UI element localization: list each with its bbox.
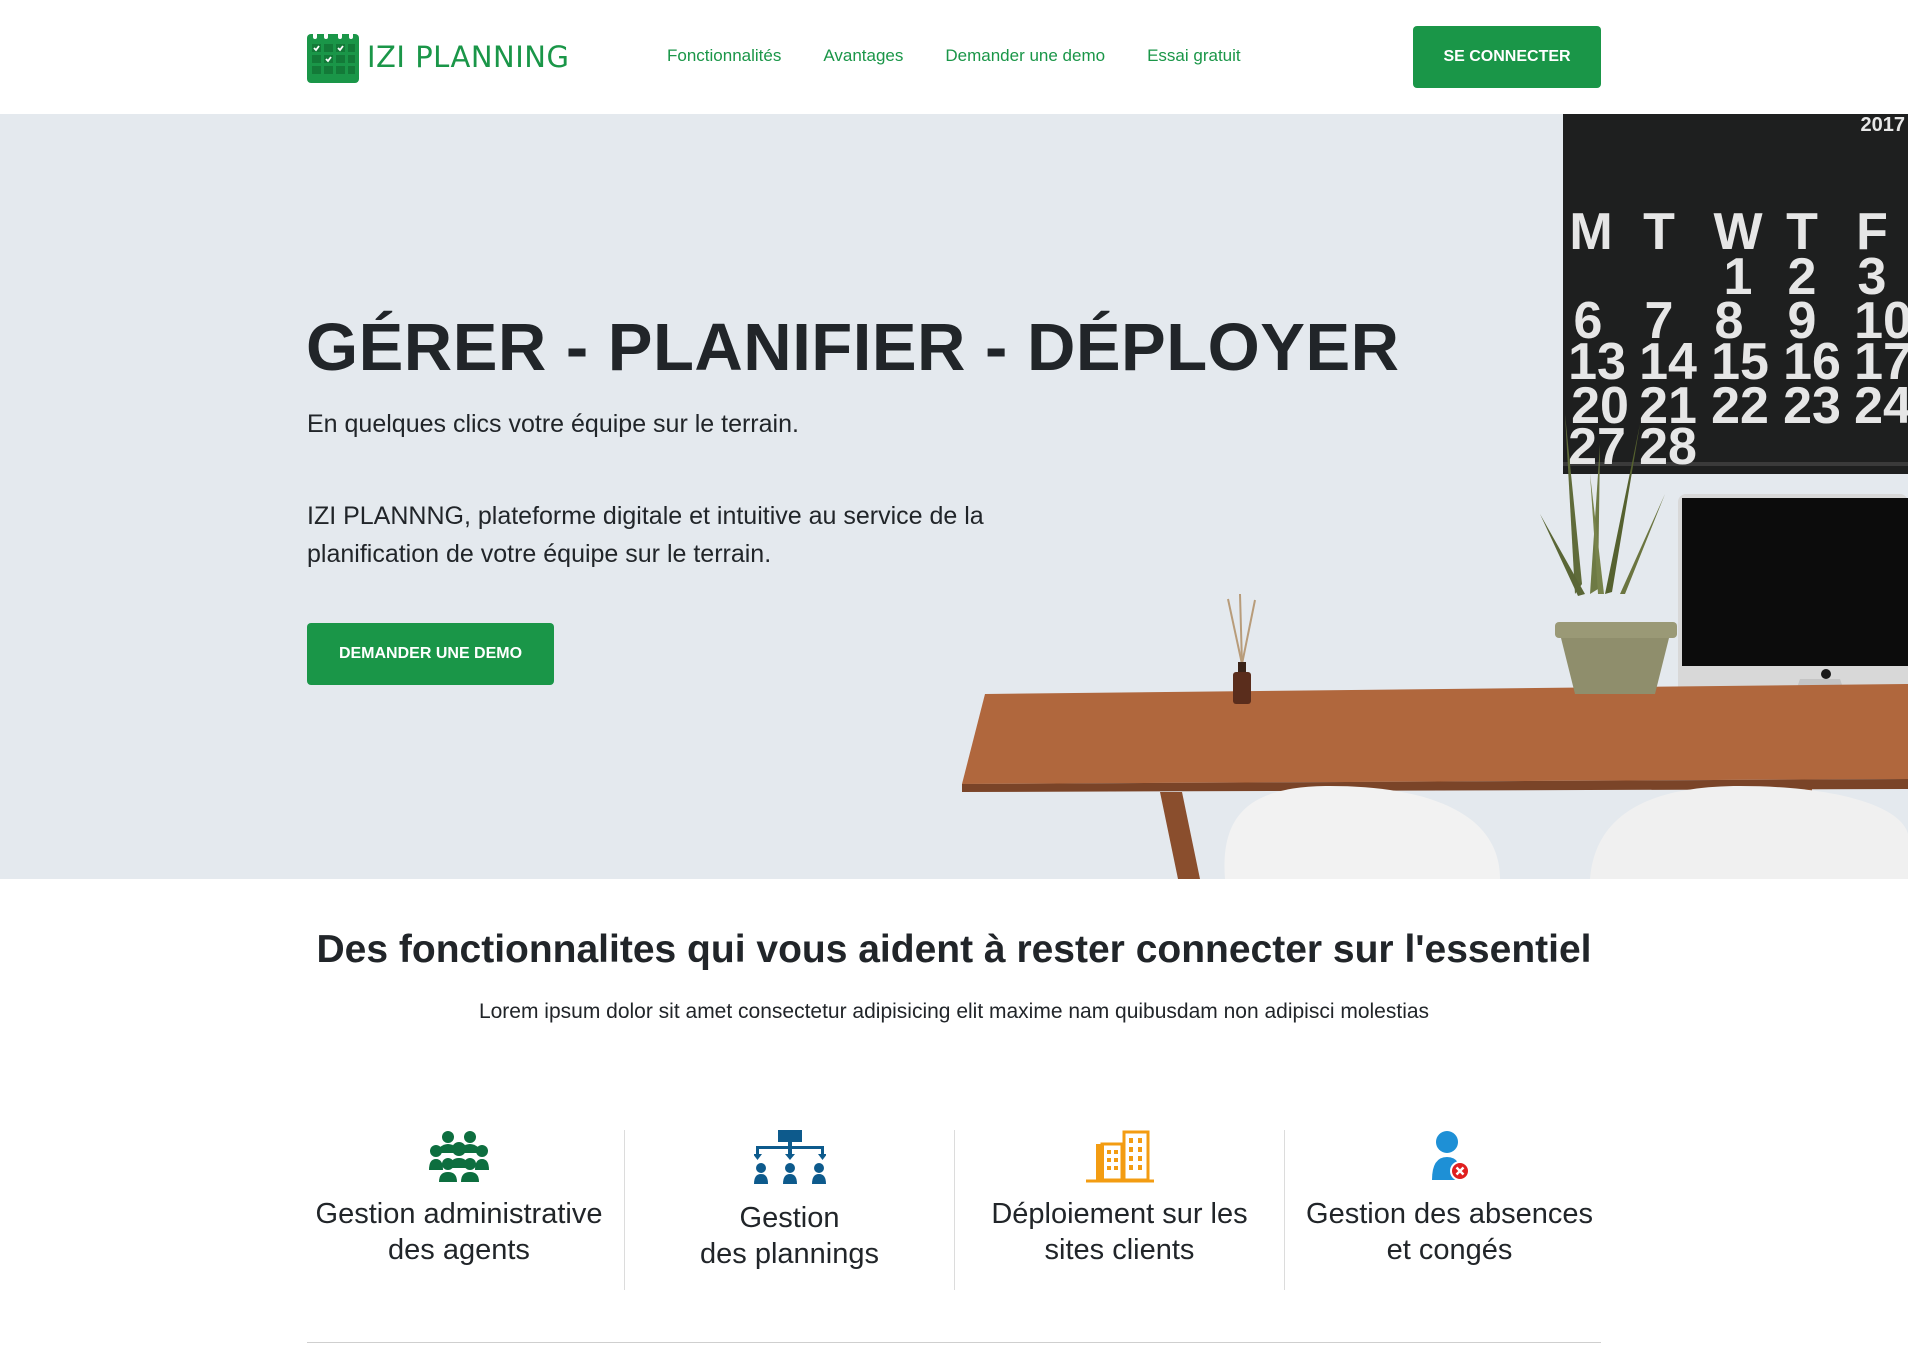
reed-diffuser (1227, 593, 1256, 704)
site-header: IZI PLANNING Fonctionnalités Avantages D… (0, 0, 1908, 114)
nav-link-essai-gratuit[interactable]: Essai gratuit (1147, 46, 1241, 66)
hero-section: 2017 M T W T F 1 2 3 6 7 8 9 10 13 14 15… (0, 114, 1908, 879)
feature-card-agents: Gestion administrative des agents (294, 1130, 624, 1290)
feature-label-line1: Gestion (739, 1202, 840, 1234)
org-chart-icon (753, 1130, 826, 1184)
calendar-date: 27 (1568, 418, 1626, 476)
feature-label-line1: Gestion administrative (315, 1198, 603, 1230)
user-absence-icon (1431, 1131, 1470, 1181)
nav-link-fonctionnalites[interactable]: Fonctionnalités (667, 46, 781, 66)
feature-label-line2: sites clients (1044, 1234, 1195, 1266)
feature-label-line1: Déploiement sur les (991, 1198, 1248, 1230)
calendar-year: 2017 (1861, 114, 1906, 136)
feature-label-line2: des agents (388, 1234, 530, 1266)
login-button[interactable]: SE CONNECTER (1413, 26, 1601, 88)
calendar-date: 28 (1639, 418, 1697, 476)
feature-label-line1: Gestion des absences (1306, 1198, 1593, 1230)
feature-label-line2: et congés (1386, 1234, 1513, 1266)
calendar-date: 23 (1783, 377, 1841, 435)
features-title: Des fonctionnalites qui vous aident à re… (316, 928, 1592, 971)
request-demo-button[interactable]: DEMANDER UNE DEMO (307, 623, 554, 685)
hero-title: GÉRER - PLANIFIER - DÉPLOYER (306, 310, 1400, 385)
nav-link-avantages[interactable]: Avantages (823, 46, 903, 66)
section-divider (307, 1342, 1601, 1343)
hero-subtitle: En quelques clics votre équipe sur le te… (307, 410, 799, 438)
calendar-date: 24 (1854, 377, 1908, 435)
feature-card-absences: Gestion des absences et congés (1284, 1130, 1614, 1290)
calendar-day-label: M (1569, 203, 1612, 261)
main-nav: Fonctionnalités Avantages Demander une d… (667, 46, 1241, 66)
white-chair (1224, 786, 1500, 879)
calendar-logo-icon (307, 30, 359, 83)
group-icon (429, 1131, 489, 1182)
buildings-icon (1085, 1130, 1154, 1183)
calendar-date: 22 (1711, 377, 1769, 435)
feature-card-plannings: Gestion des plannings (624, 1130, 954, 1290)
white-chair (1590, 786, 1908, 879)
hero-description: IZI PLANNNG, plateforme digitale et intu… (307, 502, 984, 568)
feature-label-line2: des plannings (700, 1238, 879, 1270)
nav-link-demander-demo[interactable]: Demander une demo (945, 46, 1105, 66)
feature-card-deploiement: Déploiement sur les sites clients (954, 1130, 1284, 1290)
brand-name: IZI PLANNING (367, 39, 570, 74)
features-subtitle: Lorem ipsum dolor sit amet consectetur a… (478, 1000, 1430, 1023)
brand-logo[interactable]: IZI PLANNING (307, 30, 569, 83)
calendar-day-label: T (1643, 203, 1675, 261)
